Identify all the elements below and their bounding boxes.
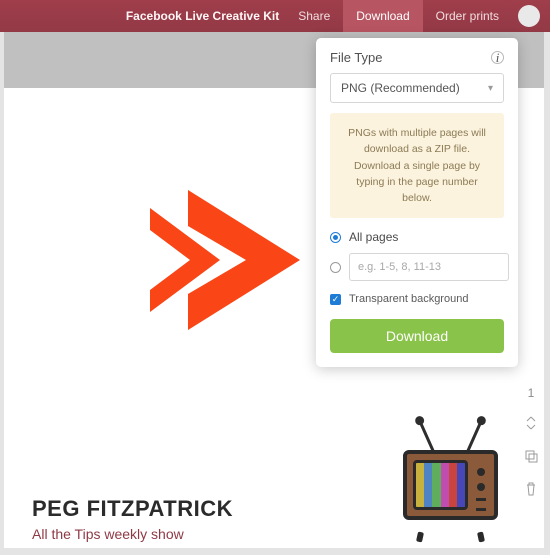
page-side-toolbar: 1 [524, 386, 538, 499]
file-type-value: PNG (Recommended) [341, 81, 460, 95]
download-panel: File Type i PNG (Recommended) ▾ PNGs wit… [316, 38, 518, 367]
document-title: Facebook Live Creative Kit [126, 9, 279, 23]
transparent-bg-label: Transparent background [349, 293, 468, 305]
info-icon[interactable]: i [491, 51, 504, 64]
file-type-select[interactable]: PNG (Recommended) ▾ [330, 73, 504, 103]
delete-page-icon[interactable] [525, 482, 537, 499]
order-prints-tab[interactable]: Order prints [423, 0, 512, 32]
top-nav-bar: Facebook Live Creative Kit Share Downloa… [0, 0, 550, 32]
file-type-heading: File Type [330, 50, 383, 65]
all-pages-option[interactable]: All pages [330, 230, 504, 244]
all-pages-label: All pages [349, 230, 398, 244]
page-range-option[interactable] [330, 253, 504, 281]
radio-unselected-icon [330, 262, 341, 273]
zip-note: PNGs with multiple pages will download a… [330, 113, 504, 218]
design-heading: PEG FITZPATRICK [32, 496, 233, 522]
share-tab[interactable]: Share [285, 0, 343, 32]
radio-selected-icon [330, 232, 341, 243]
reorder-icon[interactable] [525, 416, 537, 433]
user-avatar[interactable] [518, 5, 540, 27]
tv-illustration [403, 444, 498, 534]
page-number-label: 1 [528, 386, 535, 400]
download-button[interactable]: Download [330, 319, 504, 353]
design-subtitle: All the Tips weekly show [32, 526, 184, 542]
annotation-arrow-icon [150, 190, 300, 330]
download-tab[interactable]: Download [343, 0, 422, 32]
checkbox-checked-icon[interactable]: ✓ [330, 294, 341, 305]
page-range-input[interactable] [349, 253, 509, 281]
chevron-down-icon: ▾ [488, 83, 493, 94]
copy-page-icon[interactable] [524, 449, 538, 466]
